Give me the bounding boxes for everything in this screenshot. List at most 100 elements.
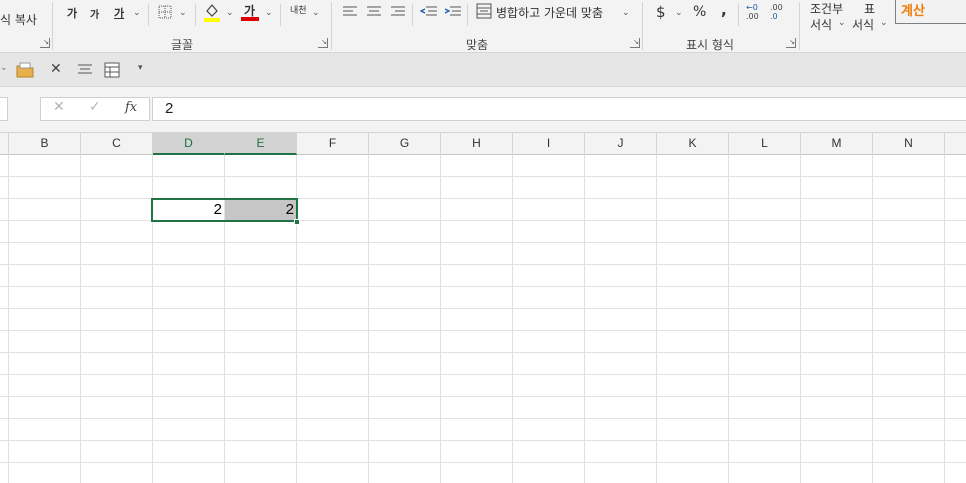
divider — [148, 4, 149, 26]
column-header-k[interactable]: K — [657, 133, 729, 155]
arrow-left-glyph: ←0 — [746, 3, 758, 12]
conditional-format-label-2[interactable]: 서식 — [810, 16, 832, 33]
grid-line — [0, 330, 966, 331]
grid-line — [0, 220, 966, 221]
column-header-f[interactable]: F — [297, 133, 369, 155]
format-table-label-2[interactable]: 서식 — [852, 16, 874, 33]
column-header-c[interactable]: C — [81, 133, 153, 155]
grid-line — [0, 286, 966, 287]
grid-line — [0, 374, 966, 375]
chevron-down-icon[interactable]: ⌄ — [226, 8, 234, 18]
increase-indent-icon[interactable] — [444, 5, 462, 21]
clipboard-launcher-icon[interactable]: ↘ — [40, 38, 50, 48]
delete-icon[interactable]: ✕ — [50, 61, 62, 77]
shrink-font-button[interactable]: 가 — [90, 6, 99, 21]
cancel-icon[interactable]: ✕ — [53, 99, 65, 115]
selection-border — [151, 198, 298, 222]
cell-style-calculation[interactable]: 계산 — [895, 0, 966, 24]
chevron-down-icon[interactable]: ⌄ — [622, 8, 630, 18]
column-header-d[interactable]: D — [153, 133, 225, 155]
align-left-icon[interactable] — [342, 5, 360, 21]
name-box[interactable] — [0, 97, 8, 121]
decrease-decimal-icon[interactable]: .00 .0 — [770, 3, 786, 23]
divider — [412, 4, 413, 26]
format-table-label[interactable]: 표 — [864, 0, 875, 17]
divider — [738, 4, 739, 26]
chevron-down-icon[interactable]: ⌄ — [133, 8, 141, 18]
chevron-down-icon[interactable]: ⌄ — [0, 63, 8, 73]
chevron-down-icon[interactable]: ⌄ — [312, 8, 320, 18]
decrease-indent-icon[interactable] — [419, 5, 438, 21]
chevron-down-icon[interactable]: ⌄ — [675, 8, 683, 18]
formula-buttons: ✕ ✓ fx — [40, 97, 150, 121]
worksheet-grid[interactable]: 2 2 — [0, 155, 966, 483]
font-color-icon[interactable]: 가 — [241, 2, 259, 21]
fill-handle[interactable] — [294, 219, 300, 225]
font-launcher-icon[interactable]: ↘ — [318, 38, 328, 48]
chevron-down-icon[interactable]: ⌄ — [838, 18, 846, 28]
column-header-j[interactable]: J — [585, 133, 657, 155]
quick-toolbar: ⌄ ✕ ▾ — [0, 53, 966, 87]
divider — [280, 4, 281, 26]
grid-line — [0, 308, 966, 309]
conditional-format-label[interactable]: 조건부 — [810, 0, 843, 17]
fill-color-icon[interactable] — [203, 2, 221, 22]
format-cells-icon[interactable] — [104, 62, 120, 81]
column-header-g[interactable]: G — [369, 133, 441, 155]
decrease-decimal-text: .0 — [770, 12, 778, 21]
grid-line — [584, 155, 585, 483]
column-header-n[interactable]: N — [873, 133, 945, 155]
grid-line — [80, 155, 81, 483]
underline-button[interactable]: 가 — [114, 5, 124, 21]
grid-line — [0, 198, 966, 199]
align-right-icon[interactable] — [390, 5, 408, 21]
grid-line — [0, 462, 966, 463]
grid-line — [656, 155, 657, 483]
grid-line — [0, 264, 966, 265]
font-group-label: 글꼴 — [171, 38, 194, 52]
align-center-icon[interactable] — [366, 5, 384, 21]
increase-decimal-icon[interactable]: ←0 .00 — [746, 3, 762, 23]
chevron-down-icon[interactable]: ⌄ — [179, 8, 187, 18]
number-launcher-icon[interactable]: ↘ — [786, 38, 796, 48]
grid-line — [0, 396, 966, 397]
align-center-icon[interactable] — [77, 64, 93, 79]
group-separator — [52, 2, 53, 50]
chevron-down-icon[interactable]: ⌄ — [880, 18, 888, 28]
phonetic-button[interactable]: 내천 — [290, 3, 307, 16]
alignment-launcher-icon[interactable]: ↘ — [630, 38, 640, 48]
column-header-i[interactable]: I — [513, 133, 585, 155]
chevron-down-icon[interactable]: ⌄ — [265, 8, 273, 18]
grid-line — [944, 155, 945, 483]
increase-decimal-text: .00 — [746, 12, 759, 21]
grid-line — [512, 155, 513, 483]
grid-line — [0, 440, 966, 441]
cell-style-text: 계산 — [901, 4, 925, 19]
alignment-group-label: 맞춤 — [466, 38, 489, 52]
folder-icon[interactable] — [16, 62, 34, 81]
insert-function-icon[interactable]: fx — [125, 100, 137, 115]
grid-line — [0, 176, 966, 177]
merge-center-button[interactable]: 병합하고 가운데 맞춤 — [496, 4, 603, 21]
currency-button[interactable]: $ — [656, 3, 666, 21]
number-group-label: 표시 형식 — [686, 38, 734, 52]
column-header-e[interactable]: E — [225, 133, 297, 155]
enter-icon[interactable]: ✓ — [89, 99, 101, 115]
grid-line — [440, 155, 441, 483]
customize-toolbar-icon[interactable]: ▾ — [138, 63, 143, 73]
merge-center-icon[interactable] — [476, 3, 494, 19]
column-header-m[interactable]: M — [801, 133, 873, 155]
formula-input[interactable]: 2 — [152, 97, 966, 121]
grid-line — [8, 155, 9, 483]
grow-font-button[interactable]: 가 — [67, 5, 77, 21]
group-separator — [642, 2, 643, 50]
format-painter-button[interactable]: 식 복사 — [0, 11, 37, 28]
column-header-l[interactable]: L — [729, 133, 801, 155]
borders-icon[interactable] — [158, 5, 176, 21]
comma-button[interactable]: , — [721, 1, 727, 19]
column-header-b[interactable]: B — [9, 133, 81, 155]
column-header-h[interactable]: H — [441, 133, 513, 155]
font-color-swatch — [241, 17, 259, 21]
row-header-corner[interactable] — [0, 133, 9, 155]
percent-button[interactable]: % — [693, 4, 706, 20]
